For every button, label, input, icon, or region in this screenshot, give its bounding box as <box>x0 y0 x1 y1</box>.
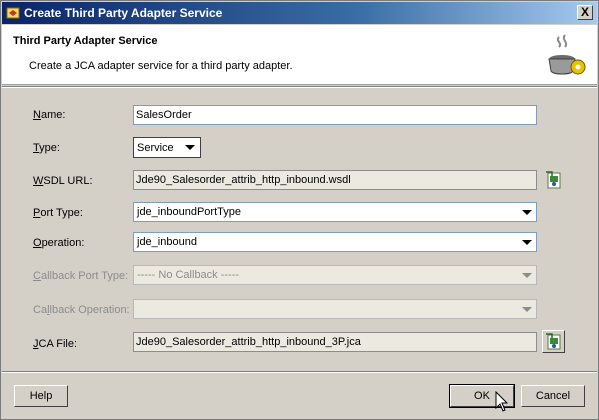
dialog-window: Create Third Party Adapter Service X Thi… <box>0 0 599 420</box>
cancel-button[interactable]: Cancel <box>521 385 585 407</box>
wsdl-url-label: WSDL URL: <box>33 175 93 187</box>
mouse-pointer-icon <box>495 391 509 412</box>
operation-select[interactable]: jde_inbound <box>133 232 537 252</box>
header-title: Third Party Adapter Service <box>13 35 158 47</box>
callback-operation-select[interactable] <box>133 299 537 319</box>
operation-value: jde_inbound <box>137 236 197 248</box>
name-input[interactable]: SalesOrder <box>133 105 537 125</box>
callback-operation-label: Callback Operation: <box>33 304 130 316</box>
window-title: Create Third Party Adapter Service <box>24 6 223 20</box>
jca-file-field[interactable]: Jde90_Salesorder_attrib_http_inbound_3P.… <box>133 332 537 352</box>
port-type-select[interactable]: jde_inboundPortType <box>133 202 537 222</box>
chevron-down-icon <box>522 210 532 215</box>
browse-jca-icon <box>546 333 561 350</box>
name-label: Name: <box>33 109 66 121</box>
browse-jca-button[interactable] <box>542 330 565 353</box>
type-select-value: Service <box>137 142 174 154</box>
coffee-cup-gear-icon <box>548 34 586 75</box>
title-bar[interactable]: Create Third Party Adapter Service X <box>2 2 597 24</box>
type-select[interactable]: Service <box>133 137 201 158</box>
type-label: Type: <box>33 142 60 154</box>
wsdl-url-field[interactable]: Jde90_Salesorder_attrib_http_inbound.wsd… <box>133 170 537 190</box>
browse-wsdl-button[interactable] <box>544 170 564 190</box>
browse-wsdl-icon <box>546 171 561 189</box>
port-type-label: Port Type: <box>33 207 83 219</box>
callback-port-type-label: Callback Port Type: <box>33 270 129 282</box>
chevron-down-icon <box>522 240 532 245</box>
chevron-down-icon <box>522 307 532 312</box>
chevron-down-icon <box>522 273 532 278</box>
jca-file-label: JCA File: <box>33 338 78 350</box>
footer-separator <box>2 371 597 373</box>
operation-label: Operation: <box>33 237 85 249</box>
callback-port-type-value: ----- No Callback ----- <box>137 269 240 281</box>
header-separator <box>2 86 597 88</box>
port-type-value: jde_inboundPortType <box>137 206 241 218</box>
callback-port-type-select[interactable]: ----- No Callback ----- <box>133 265 537 285</box>
wizard-header: Third Party Adapter Service Create a JCA… <box>2 25 597 85</box>
adapter-app-icon <box>6 7 20 19</box>
header-subtitle: Create a JCA adapter service for a third… <box>29 60 293 72</box>
close-button[interactable]: X <box>577 5 593 20</box>
help-button[interactable]: Help <box>14 385 68 407</box>
chevron-down-icon <box>185 145 195 150</box>
